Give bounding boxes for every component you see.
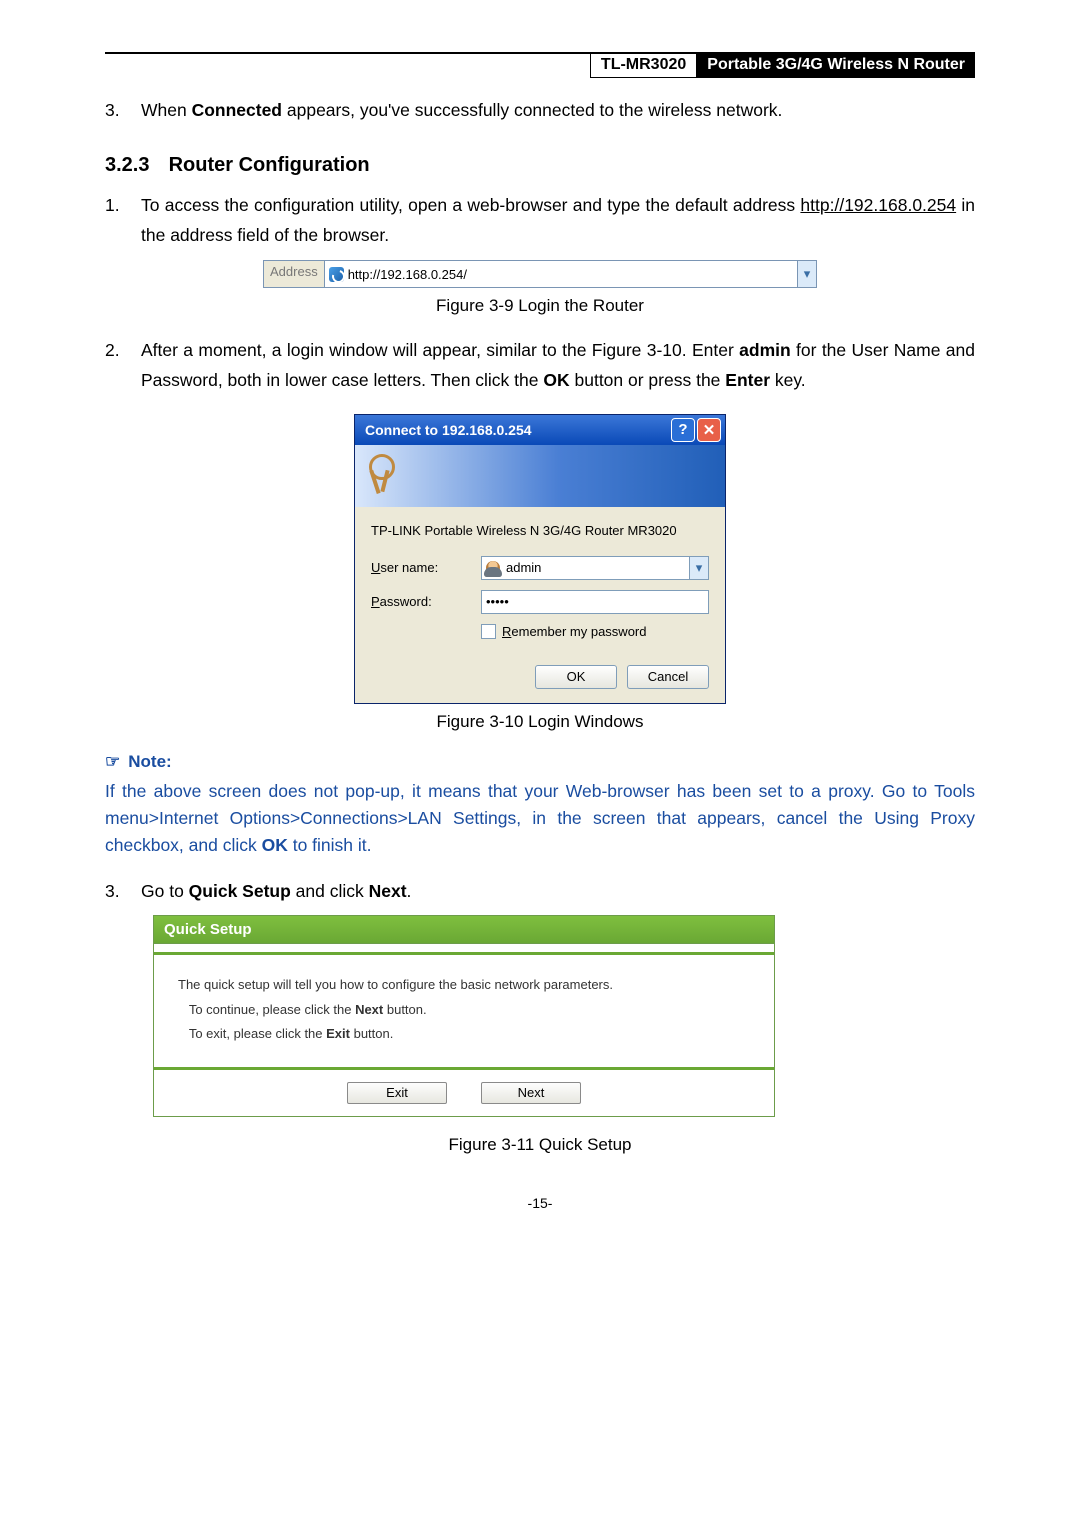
username-row: User name: admin ▾ (371, 556, 709, 580)
dialog-title: Connect to 192.168.0.254 (365, 422, 532, 438)
address-label: Address (264, 261, 325, 287)
dialog-description: TP-LINK Portable Wireless N 3G/4G Router… (371, 523, 709, 538)
quick-setup-body: The quick setup will tell you how to con… (154, 955, 774, 1061)
dialog-titlebar: Connect to 192.168.0.254 ? ✕ (355, 415, 725, 445)
note-body: If the above screen does not pop-up, it … (105, 778, 975, 859)
username-input[interactable]: admin (481, 556, 690, 580)
qs-line: To exit, please click the Exit button. (178, 1022, 750, 1047)
header-model: TL-MR3020 (590, 54, 697, 78)
item-text: To access the configuration utility, ope… (141, 191, 975, 251)
chevron-down-icon: ▾ (696, 560, 703, 576)
pointing-hand-icon: ☞ (105, 752, 120, 771)
remember-checkbox[interactable] (481, 624, 496, 639)
ie-icon (329, 267, 344, 282)
doc-header: TL-MR3020 Portable 3G/4G Wireless N Rout… (105, 52, 975, 78)
keys-icon (363, 454, 399, 498)
username-label: User name: (371, 560, 481, 575)
remember-label: Remember my password (502, 624, 647, 639)
qs-line: The quick setup will tell you how to con… (178, 973, 750, 998)
item-number: 2. (105, 336, 141, 396)
password-value: ••••• (486, 594, 509, 609)
password-row: Password: ••••• (371, 590, 709, 614)
chevron-down-icon: ▾ (804, 266, 811, 282)
password-label: Password: (371, 594, 481, 609)
password-input[interactable]: ••••• (481, 590, 709, 614)
dialog-banner (355, 445, 725, 507)
close-button[interactable]: ✕ (697, 418, 721, 442)
list-item: 1. To access the configuration utility, … (105, 191, 975, 251)
section-number: 3.2.3 (105, 154, 163, 177)
list-item: 3. Go to Quick Setup and click Next. (105, 877, 975, 907)
page-number: -15- (105, 1195, 975, 1211)
quick-setup-header: Quick Setup (154, 916, 774, 944)
note-heading: ☞Note: (105, 752, 975, 772)
item-number: 3. (105, 96, 141, 126)
figure-caption: Figure 3-10 Login Windows (105, 712, 975, 732)
section-heading: 3.2.3 Router Configuration (105, 154, 975, 177)
help-button[interactable]: ? (671, 418, 695, 442)
figure-caption: Figure 3-11 Quick Setup (105, 1135, 975, 1155)
address-bar: Address http://192.168.0.254/ ▾ (263, 260, 817, 288)
user-icon (486, 561, 500, 575)
next-button[interactable]: Next (481, 1082, 581, 1104)
header-title: Portable 3G/4G Wireless N Router (697, 54, 975, 78)
list-item: 3. When Connected appears, you've succes… (105, 96, 975, 126)
quick-setup-panel: Quick Setup The quick setup will tell yo… (153, 915, 775, 1117)
qs-line: To continue, please click the Next butto… (178, 998, 750, 1023)
list-item: 2. After a moment, a login window will a… (105, 336, 975, 396)
default-address-link[interactable]: http://192.168.0.254 (800, 195, 956, 215)
address-input[interactable]: http://192.168.0.254/ (325, 261, 797, 287)
item-text: When Connected appears, you've successfu… (141, 96, 975, 126)
section-title: Router Configuration (169, 154, 370, 176)
item-text: Go to Quick Setup and click Next. (141, 877, 975, 907)
remember-row: Remember my password (481, 624, 709, 639)
address-dropdown-button[interactable]: ▾ (797, 261, 816, 287)
address-url: http://192.168.0.254/ (348, 267, 467, 282)
username-value: admin (506, 560, 541, 575)
username-dropdown-button[interactable]: ▾ (690, 556, 709, 580)
ok-button[interactable]: OK (535, 665, 617, 689)
figure-caption: Figure 3-9 Login the Router (105, 296, 975, 316)
item-text: After a moment, a login window will appe… (141, 336, 975, 396)
cancel-button[interactable]: Cancel (627, 665, 709, 689)
item-number: 3. (105, 877, 141, 907)
item-number: 1. (105, 191, 141, 251)
login-dialog: Connect to 192.168.0.254 ? ✕ TP-LINK Por… (354, 414, 726, 704)
exit-button[interactable]: Exit (347, 1082, 447, 1104)
